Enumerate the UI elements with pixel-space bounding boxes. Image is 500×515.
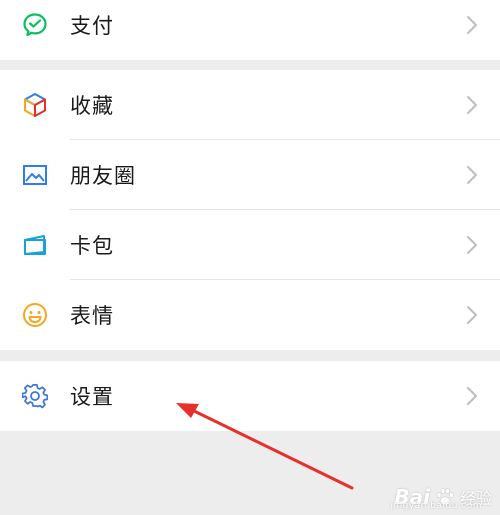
- chevron-right-icon: [466, 305, 478, 325]
- chevron-right-icon: [466, 165, 478, 185]
- menu-item-moments[interactable]: 朋友圈: [0, 140, 500, 210]
- menu-item-pay-label: 支付: [70, 14, 114, 38]
- card-wallet-icon: [22, 232, 48, 258]
- menu-item-cards-label: 卡包: [70, 234, 114, 258]
- menu-item-favorites[interactable]: 收藏: [0, 70, 500, 140]
- watermark-url: jingyan.baidu.com: [390, 501, 482, 511]
- menu-item-settings[interactable]: 设置: [0, 361, 500, 431]
- wechat-pay-icon: [22, 12, 48, 38]
- chevron-right-icon: [466, 15, 478, 35]
- menu-group-pay: 支付: [0, 0, 500, 60]
- chevron-right-icon: [466, 235, 478, 255]
- menu-item-stickers[interactable]: 表情: [0, 280, 500, 350]
- menu-group-main: 收藏 朋友圈 卡包 表情: [0, 70, 500, 350]
- smiley-icon: [22, 302, 48, 328]
- menu-item-moments-label: 朋友圈: [70, 164, 136, 188]
- cube-icon: [22, 92, 48, 118]
- menu-item-favorites-label: 收藏: [70, 94, 114, 118]
- menu-item-cards[interactable]: 卡包: [0, 210, 500, 280]
- menu-item-settings-label: 设置: [70, 385, 114, 409]
- gear-icon: [22, 383, 48, 409]
- image-icon: [22, 162, 48, 188]
- menu-group-settings: 设置: [0, 361, 500, 431]
- menu-item-pay[interactable]: 支付: [0, 0, 500, 60]
- menu-item-stickers-label: 表情: [70, 304, 114, 328]
- watermark: Bai 经验 jingyan.baidu.com: [390, 485, 492, 511]
- chevron-right-icon: [466, 386, 478, 406]
- chevron-right-icon: [466, 95, 478, 115]
